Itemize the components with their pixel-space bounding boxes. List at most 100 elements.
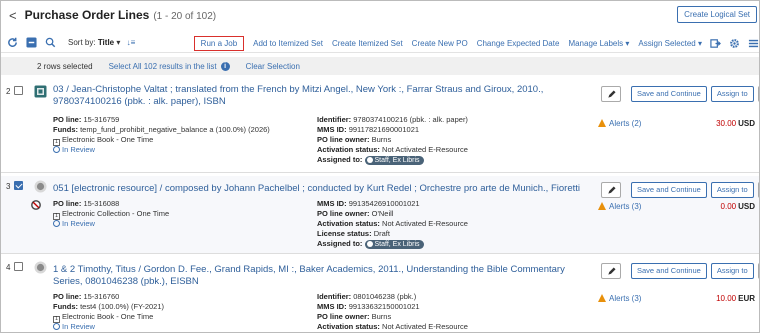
row-title-link[interactable]: 051 [electronic resource] / composed by … xyxy=(53,183,593,195)
mms-id-label: MMS ID: xyxy=(317,125,347,134)
edit-pencil-icon[interactable] xyxy=(601,182,621,198)
row-checkbox[interactable] xyxy=(14,86,23,95)
po-line-value: 15-316088 xyxy=(83,199,120,208)
price: 30.00 USD xyxy=(716,119,755,128)
collection-thumbnail-icon xyxy=(34,180,47,193)
change-expected-date-button[interactable]: Change Expected Date xyxy=(477,39,560,48)
save-and-continue-button[interactable]: Save and Continue xyxy=(631,263,707,279)
blocked-icon xyxy=(31,200,41,210)
refresh-icon[interactable] xyxy=(7,37,18,48)
alerts-link[interactable]: Alerts (3) xyxy=(598,294,641,303)
sort-by-control[interactable]: Sort by: Title ▾ ↓≡ xyxy=(68,38,135,47)
row-checkbox[interactable] xyxy=(14,262,23,271)
search-icon[interactable] xyxy=(45,37,56,48)
activation-status-value: Not Activated E-Resource xyxy=(382,219,468,228)
selected-rows-count: 2 rows selected xyxy=(37,61,93,71)
assignee-name: Staff, Ex Libris xyxy=(374,241,420,248)
edit-pencil-icon[interactable] xyxy=(601,263,621,279)
mms-id-value: 99133632150001021 xyxy=(348,302,420,311)
row-actions: Save and Continue Assign to ··· xyxy=(601,182,759,198)
sort-order-icon[interactable]: ↓≡ xyxy=(127,38,136,47)
ebook-thumbnail-icon xyxy=(34,85,47,98)
activation-status-label: Activation status: xyxy=(317,219,380,228)
warning-icon xyxy=(598,294,606,302)
row-number: 3 xyxy=(6,182,11,191)
po-line-owner-label: PO line owner: xyxy=(317,209,370,218)
workflow-status: In Review xyxy=(62,322,95,331)
save-and-continue-button[interactable]: Save and Continue xyxy=(631,86,707,102)
row-actions: Save and Continue Assign to ··· xyxy=(601,263,759,279)
assignee-chip[interactable]: Staff, Ex Libris xyxy=(364,156,424,165)
po-line-value: 15-316759 xyxy=(83,115,120,124)
clock-icon xyxy=(53,323,60,330)
row-checkbox[interactable] xyxy=(14,181,23,190)
warning-icon xyxy=(598,119,606,127)
settings-gear-icon[interactable] xyxy=(729,38,740,49)
assign-to-button[interactable]: Assign to xyxy=(710,263,754,279)
select-all-results-link[interactable]: Select All 102 results in the list xyxy=(109,62,217,71)
result-count: (1 - 20 of 102) xyxy=(153,11,217,22)
license-status-label: License status: xyxy=(317,229,372,238)
price-currency: EUR xyxy=(738,294,755,303)
alerts-link[interactable]: Alerts (2) xyxy=(598,119,641,128)
activation-status-label: Activation status: xyxy=(317,322,380,331)
row-title-link[interactable]: 1 & 2 Timothy, Titus / Gordon D. Fee., G… xyxy=(53,264,593,288)
create-itemized-set-button[interactable]: Create Itemized Set xyxy=(332,39,403,48)
select-all-checkbox-icon[interactable] xyxy=(26,37,37,48)
row-number: 2 xyxy=(6,87,11,96)
identifier-label: Identifier: xyxy=(317,292,352,301)
create-new-po-button[interactable]: Create New PO xyxy=(412,39,468,48)
po-line-owner-label: PO line owner: xyxy=(317,135,370,144)
page-title: Purchase Order Lines (1 - 20 of 102) xyxy=(25,8,217,22)
row-title-link[interactable]: 03 / Jean-Christophe Valtat ; translated… xyxy=(53,84,593,108)
assign-to-button[interactable]: Assign to xyxy=(710,86,754,102)
assignee-chip[interactable]: Staff, Ex Libris xyxy=(364,240,424,249)
clock-icon xyxy=(53,146,60,153)
po-line-owner-value: O'Neill xyxy=(371,209,394,218)
price-currency: USD xyxy=(738,202,755,211)
export-icon[interactable] xyxy=(710,38,721,49)
selection-bar: 2 rows selected Select All 102 results i… xyxy=(1,57,759,75)
app-frame: < Purchase Order Lines (1 - 20 of 102) Cr… xyxy=(0,0,760,333)
run-a-job-button[interactable]: Run a Job xyxy=(193,35,245,51)
row-actions: Save and Continue Assign to ··· xyxy=(601,86,759,102)
mms-id-value: 99117821690001021 xyxy=(348,125,420,134)
alerts-text: Alerts (3) xyxy=(609,294,642,303)
mms-id-value: 99135426910001021 xyxy=(348,199,420,208)
po-line-label: PO line: xyxy=(53,115,82,124)
save-and-continue-button[interactable]: Save and Continue xyxy=(631,182,707,198)
edit-pencil-icon[interactable] xyxy=(601,86,621,102)
activation-status-value: Not Activated E-Resource xyxy=(382,322,468,331)
add-to-itemized-set-button[interactable]: Add to Itemized Set xyxy=(253,39,323,48)
identifier-label: Identifier: xyxy=(317,115,352,124)
manage-labels-dropdown[interactable]: Manage Labels ▾ xyxy=(568,39,629,48)
sort-by-label: Sort by: xyxy=(68,38,96,47)
assigned-to-label: Assigned to: xyxy=(317,155,363,164)
assign-to-button[interactable]: Assign to xyxy=(710,182,754,198)
row-number: 4 xyxy=(6,263,11,272)
info-icon[interactable]: i xyxy=(220,61,230,71)
person-icon xyxy=(366,240,373,247)
warning-icon xyxy=(598,202,606,210)
page-title-text: Purchase Order Lines xyxy=(24,8,150,22)
funds-label: Funds: xyxy=(53,302,78,311)
workflow-status: In Review xyxy=(62,145,95,154)
table-row: 2 03 / Jean-Christophe Valtat ; translat… xyxy=(1,81,759,173)
clear-selection-link[interactable]: Clear Selection xyxy=(246,62,300,71)
back-arrow-icon[interactable]: < xyxy=(9,8,17,23)
funds-value: temp_fund_prohibit_negative_balance a (1… xyxy=(80,125,270,134)
po-line-owner-label: PO line owner: xyxy=(317,312,370,321)
assign-selected-dropdown[interactable]: Assign Selected ▾ xyxy=(638,39,702,48)
alerts-link[interactable]: Alerts (3) xyxy=(598,202,641,211)
list-view-icon[interactable] xyxy=(748,38,759,49)
identifier-value: 0801046238 (pbk.) xyxy=(353,292,417,301)
price-amount: 0.00 xyxy=(720,202,737,211)
funds-value: test4 (100.0%) (FY-2021) xyxy=(80,302,165,311)
price: 10.00 EUR xyxy=(716,294,755,303)
order-type: Electronic Book - One Time xyxy=(62,135,154,144)
price-amount: 30.00 xyxy=(716,119,737,128)
toolbar: Sort by: Title ▾ ↓≡ Run a Job Add to Ite… xyxy=(1,33,759,53)
po-line-owner-value: Burns xyxy=(371,312,392,321)
create-logical-set-button[interactable]: Create Logical Set xyxy=(677,6,757,23)
order-type: Electronic Book - One Time xyxy=(62,312,154,321)
